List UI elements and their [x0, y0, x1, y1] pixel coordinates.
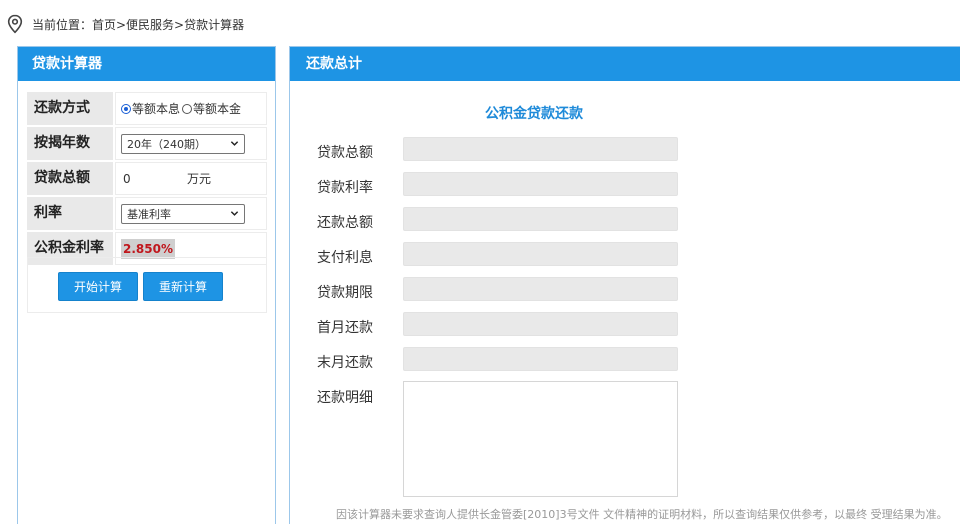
result-label-term: 贷款期限 — [317, 285, 373, 301]
button-area: 开始计算 重新计算 — [27, 257, 267, 313]
result-header: 还款总计 — [290, 47, 960, 81]
result-field-interest — [403, 242, 678, 266]
years-select[interactable]: 20年（240期） — [121, 133, 245, 154]
amount-unit: 万元 — [187, 172, 212, 186]
amount-input[interactable]: 0 — [121, 172, 181, 186]
breadcrumb-text: 当前位置：首页>便民服务>贷款计算器 — [32, 17, 245, 32]
disclaimer-text: 因该计算器未要求查询人提供长金管委[2010]3号文件 文件精神的证明材料，所以… — [336, 508, 948, 521]
repay-method-label: 还款方式 — [27, 92, 113, 125]
amount-cell: 0 万元 — [115, 162, 267, 195]
calculator-header: 贷款计算器 — [18, 47, 275, 81]
result-field-loan-rate — [403, 172, 678, 196]
rate-row: 利率 基准利率 — [27, 197, 267, 230]
amount-label: 贷款总额 — [27, 162, 113, 195]
fund-rate-value: 2.850% — [121, 238, 175, 259]
repayment-detail-textarea[interactable] — [403, 381, 678, 497]
result-label-loan-total: 贷款总额 — [317, 145, 373, 161]
radio-label: 等额本息 — [132, 102, 181, 116]
result-label-first-month: 首月还款 — [317, 320, 373, 336]
breadcrumb: 当前位置：首页>便民服务>贷款计算器 — [6, 14, 244, 34]
result-label-detail: 还款明细 — [317, 390, 373, 406]
radio-equal-principal[interactable]: 等额本金 — [182, 100, 241, 117]
result-label-repay-total: 还款总额 — [317, 215, 373, 231]
result-field-last-month — [403, 347, 678, 371]
result-field-term — [403, 277, 678, 301]
amount-row: 贷款总额 0 万元 — [27, 162, 267, 195]
repay-method-row: 还款方式 等额本息 等额本金 — [27, 92, 267, 125]
result-field-first-month — [403, 312, 678, 336]
rate-label: 利率 — [27, 197, 113, 230]
result-label-loan-rate: 贷款利率 — [317, 180, 373, 196]
rate-select-value: 基准利率 — [127, 207, 171, 221]
location-pin-icon — [7, 14, 23, 34]
radio-unchecked-icon[interactable] — [182, 103, 193, 114]
result-label-interest: 支付利息 — [317, 250, 373, 266]
rate-select[interactable]: 基准利率 — [121, 203, 245, 224]
years-cell: 20年（240期） — [115, 127, 267, 160]
chevron-down-icon — [230, 141, 239, 146]
rate-cell: 基准利率 — [115, 197, 267, 230]
start-calculate-button[interactable]: 开始计算 — [58, 272, 138, 301]
years-select-value: 20年（240期） — [127, 137, 206, 151]
result-panel: 还款总计 公积金贷款还款 贷款总额 贷款利率 还款总额 支付利息 贷款期限 首月… — [289, 46, 960, 524]
radio-label: 等额本金 — [193, 102, 242, 116]
repay-method-options: 等额本息 等额本金 — [115, 92, 267, 125]
years-label: 按揭年数 — [27, 127, 113, 160]
recalculate-button[interactable]: 重新计算 — [143, 272, 223, 301]
result-title: 公积金贷款还款 — [485, 106, 583, 122]
chevron-down-icon — [230, 211, 239, 216]
result-label-last-month: 末月还款 — [317, 355, 373, 371]
calculator-panel: 贷款计算器 还款方式 等额本息 等额本金 按揭年数 20年（240期） 贷款总额… — [17, 46, 276, 524]
years-row: 按揭年数 20年（240期） — [27, 127, 267, 160]
radio-checked-icon[interactable] — [121, 103, 131, 114]
calculator-form: 还款方式 等额本息 等额本金 按揭年数 20年（240期） 贷款总额 0 万元 … — [27, 92, 267, 267]
result-field-repay-total — [403, 207, 678, 231]
result-field-loan-total — [403, 137, 678, 161]
radio-equal-installment[interactable]: 等额本息 — [121, 100, 180, 117]
